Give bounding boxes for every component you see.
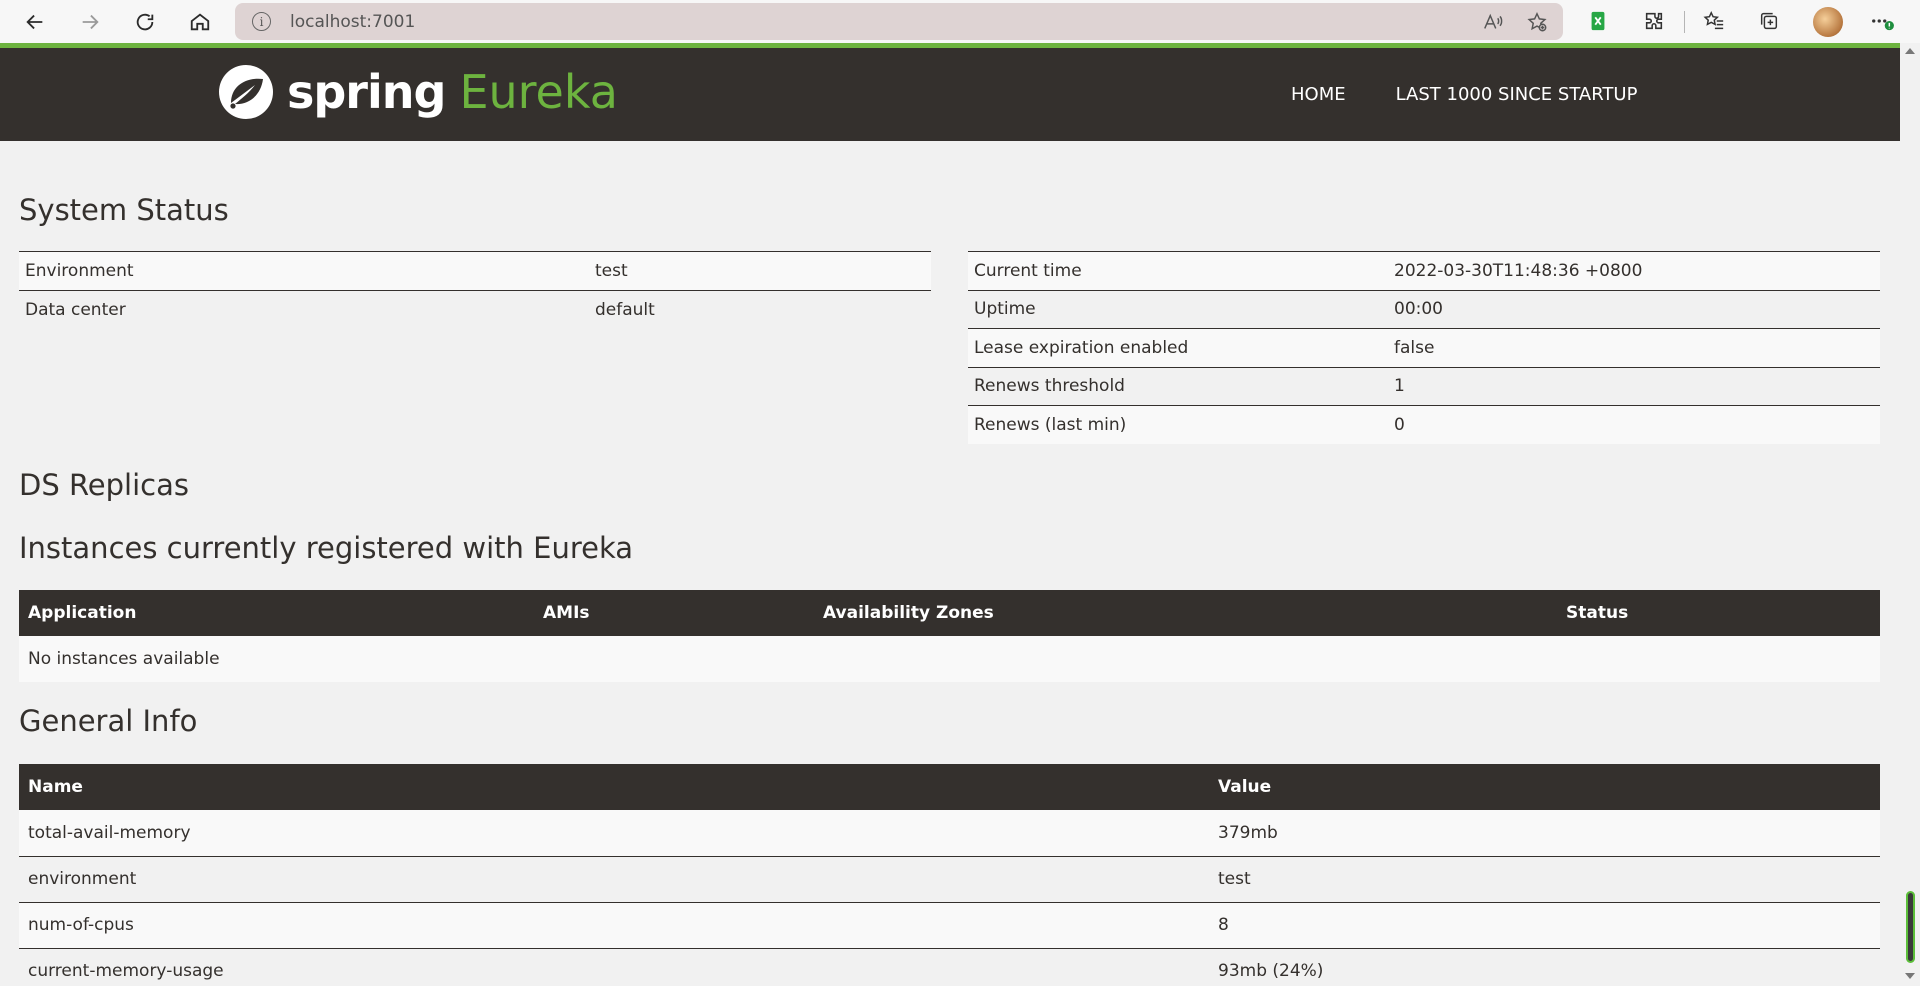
back-icon[interactable] [17, 4, 53, 40]
system-status-right-table: Current time 2022-03-30T11:48:36 +0800 U… [968, 251, 1880, 444]
instances-title: Instances currently registered with Eure… [19, 531, 634, 565]
table-row: current-memory-usage 93mb (24%) [19, 947, 1880, 986]
brand-spring-text: spring [287, 65, 446, 119]
status-value: 1 [1388, 366, 1880, 406]
more-icon[interactable] [1868, 7, 1896, 35]
nav-home-link[interactable]: HOME [1291, 84, 1346, 105]
info-name: total-avail-memory [19, 810, 1209, 856]
general-info-table: Name Value total-avail-memory 379mb envi… [19, 764, 1880, 986]
browser-toolbar: i localhost:7001 [0, 0, 1920, 43]
top-nav: HOME LAST 1000 SINCE STARTUP [1291, 84, 1637, 105]
extension-green-icon[interactable] [1584, 7, 1612, 35]
table-row: No instances available [19, 636, 1880, 682]
table-header-row: Application AMIs Availability Zones Stat… [19, 590, 1880, 636]
status-value: 00:00 [1388, 289, 1880, 329]
scroll-thumb[interactable] [1906, 891, 1915, 963]
table-row: Renews threshold 1 [968, 366, 1880, 406]
general-info-title: General Info [19, 704, 198, 738]
eureka-navbar: spring Eureka HOME LAST 1000 SINCE START… [0, 48, 1900, 141]
profile-avatar[interactable] [1813, 7, 1843, 37]
forward-icon[interactable] [72, 4, 108, 40]
toolbar-divider [1684, 11, 1685, 33]
status-value: 0 [1388, 405, 1880, 444]
site-info-icon[interactable]: i [252, 12, 271, 31]
scroll-up-icon[interactable] [1905, 48, 1915, 54]
column-header: Application [19, 590, 534, 636]
status-label: Current time [968, 251, 1388, 290]
address-bar[interactable]: i localhost:7001 [235, 3, 1563, 40]
ds-replicas-title: DS Replicas [19, 468, 189, 502]
spring-eureka-logo[interactable]: spring Eureka [217, 62, 618, 122]
status-value: 2022-03-30T11:48:36 +0800 [1388, 251, 1880, 290]
table-row: Lease expiration enabled false [968, 328, 1880, 367]
system-status-title: System Status [19, 193, 229, 227]
instances-table: Application AMIs Availability Zones Stat… [19, 590, 1880, 682]
home-icon[interactable] [182, 4, 218, 40]
column-header: Status [1557, 590, 1880, 636]
table-row: Renews (last min) 0 [968, 405, 1880, 444]
refresh-icon[interactable] [127, 4, 163, 40]
collections-icon[interactable] [1755, 7, 1783, 35]
column-header: Value [1209, 764, 1880, 810]
status-label: Environment [19, 251, 589, 290]
column-header: AMIs [534, 590, 814, 636]
info-value: 93mb (24%) [1209, 947, 1880, 986]
table-row: num-of-cpus 8 [19, 901, 1880, 948]
status-label: Renews threshold [968, 366, 1388, 406]
nav-last-1000-link[interactable]: LAST 1000 SINCE STARTUP [1396, 84, 1638, 105]
status-value: default [589, 289, 931, 329]
table-row: Data center default [19, 289, 931, 329]
table-row: Environment test [19, 251, 931, 290]
page-content: spring Eureka HOME LAST 1000 SINCE START… [0, 43, 1900, 986]
status-value: false [1388, 328, 1880, 367]
page-scrollbar[interactable] [1900, 43, 1920, 986]
system-status-left-table: Environment test Data center default [19, 251, 931, 329]
status-label: Lease expiration enabled [968, 328, 1388, 367]
info-value: 8 [1209, 901, 1880, 948]
scroll-down-icon[interactable] [1905, 973, 1915, 979]
status-label: Uptime [968, 289, 1388, 329]
status-value: test [589, 251, 931, 290]
info-name: environment [19, 855, 1209, 902]
info-value: 379mb [1209, 810, 1880, 856]
column-header: Name [19, 764, 1209, 810]
table-header-row: Name Value [19, 764, 1880, 810]
url-text[interactable]: localhost:7001 [290, 12, 415, 32]
table-row: total-avail-memory 379mb [19, 810, 1880, 856]
brand-eureka-text: Eureka [459, 65, 618, 119]
table-row: environment test [19, 855, 1880, 902]
add-favorite-icon[interactable] [1526, 11, 1548, 33]
extensions-icon[interactable] [1640, 7, 1668, 35]
status-label: Data center [19, 289, 589, 329]
status-label: Renews (last min) [968, 405, 1388, 444]
empty-message: No instances available [19, 636, 1880, 682]
read-aloud-icon[interactable] [1482, 11, 1504, 33]
table-row: Uptime 00:00 [968, 289, 1880, 329]
info-name: current-memory-usage [19, 947, 1209, 986]
spring-leaf-icon [219, 65, 273, 119]
table-row: Current time 2022-03-30T11:48:36 +0800 [968, 251, 1880, 290]
info-name: num-of-cpus [19, 901, 1209, 948]
info-value: test [1209, 855, 1880, 902]
column-header: Availability Zones [814, 590, 1557, 636]
favorites-icon[interactable] [1700, 7, 1728, 35]
